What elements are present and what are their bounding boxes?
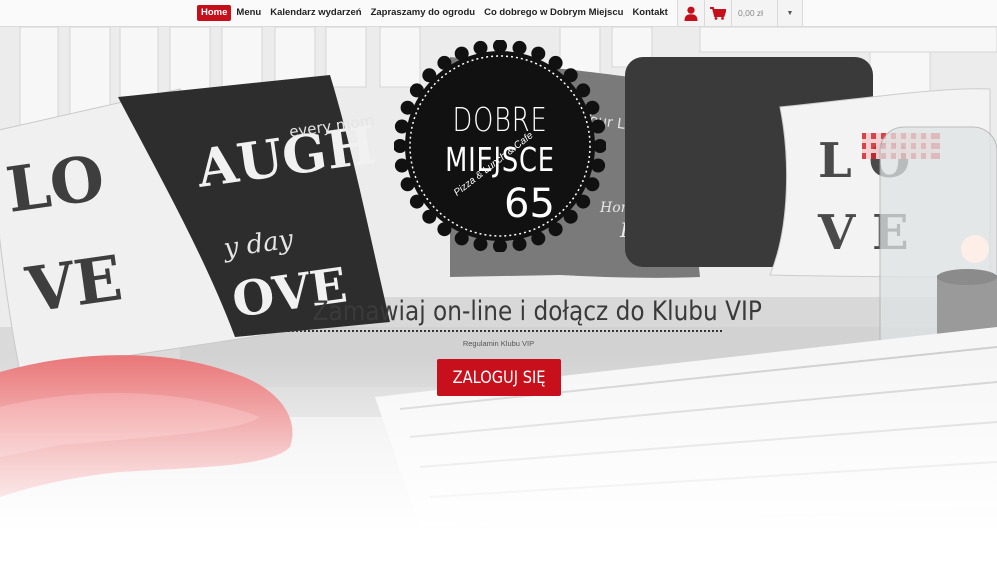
main-nav: Home Menu Kalendarz wydarzeń Zapraszamy … [197,5,673,21]
nav-item-garden[interactable]: Zapraszamy do ogrodu [367,5,480,21]
hero-headline-text: Zamawiaj on-line i dołącz do Klubu VIP [312,296,762,327]
nav-item-menu[interactable]: Menu [232,5,265,21]
svg-text:LO: LO [2,141,109,227]
login-button[interactable]: ZALOGUJ SIĘ [437,359,561,396]
svg-text:VE: VE [21,241,127,327]
vip-rules-link[interactable]: Regulamin Klubu VIP [0,339,997,348]
cart-dropdown-button[interactable]: ▼ [777,0,803,26]
nav-item-home[interactable]: Home [197,5,232,21]
header-tools: 0,00 zł ▼ [677,0,803,26]
user-icon [684,6,698,21]
logo-text: DOBRE MIEJSCE Pizza & Lunch & Cafe 65 [394,40,606,252]
cart-total: 0,00 zł [731,0,777,26]
caret-down-icon: ▼ [786,9,794,17]
nav-item-contact[interactable]: Kontakt [628,5,671,21]
cart-icon [710,6,726,20]
nav-item-events-calendar[interactable]: Kalendarz wydarzeń [266,5,365,21]
cart-button[interactable] [704,0,731,26]
nav-item-whats-good[interactable]: Co dobrego w Dobrym Miejscu [480,5,627,21]
account-button[interactable] [677,0,704,26]
top-bar: Home Menu Kalendarz wydarzeń Zapraszamy … [0,0,997,27]
logo-number: 65 [504,181,555,227]
login-button-label: ZALOGUJ SIĘ [452,367,546,388]
logo-line-1: DOBRE [452,100,548,139]
brand-logo[interactable]: DOBRE MIEJSCE Pizza & Lunch & Cafe 65 [393,39,607,253]
hero-headline: Zamawiaj on-line i dołącz do Klubu VIP [276,294,762,332]
